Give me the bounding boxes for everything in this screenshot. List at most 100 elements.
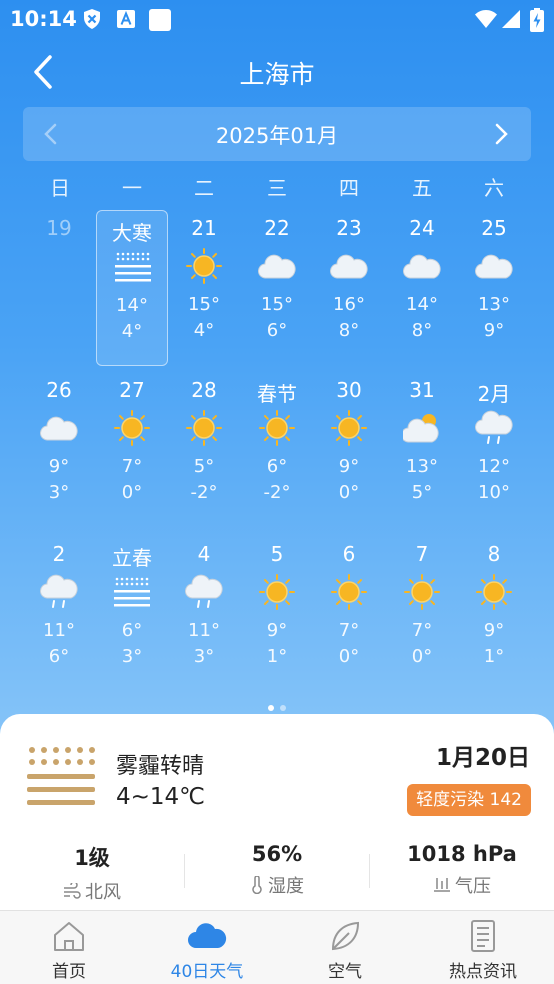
calendar-day[interactable]: 2 11° 6° [23, 536, 95, 692]
day-label: 2月 [477, 382, 511, 406]
rain-icon [40, 574, 78, 608]
day-low-temp: 8° [411, 320, 433, 341]
nav-item-air[interactable]: 空气 [276, 911, 414, 984]
sun-icon [186, 410, 222, 446]
calendar-day[interactable]: 27 7° 0° [96, 372, 168, 528]
calendar-day[interactable]: 6 7° 0° [313, 536, 385, 692]
day-low-temp: 5° [411, 482, 433, 503]
calendar-day[interactable]: 30 9° 0° [313, 372, 385, 528]
cloud-icon [258, 254, 296, 279]
sun-icon [476, 574, 512, 610]
day-label: 5 [270, 542, 284, 566]
calendar-day[interactable]: 4 11° 3° [168, 536, 240, 692]
day-low-temp: 0° [411, 646, 433, 667]
calendar-day[interactable]: 春节 6° -2° [241, 372, 313, 528]
day-label: 22 [264, 216, 290, 240]
bottom-nav: 首页 40日天气 空气 热点资讯 [0, 910, 554, 984]
battery-icon [530, 8, 544, 32]
day-low-temp: 0° [338, 482, 360, 503]
day-high-temp: 13° [478, 294, 510, 315]
day-label: 立春 [112, 546, 152, 570]
day-high-temp: 13° [406, 456, 438, 477]
day-high-temp: 16° [333, 294, 365, 315]
sun-icon [259, 574, 295, 610]
humidity-stat: 56% 湿度 [185, 842, 369, 898]
app-a-icon [117, 10, 135, 28]
humidity-value: 56% [251, 842, 303, 866]
calendar-day[interactable]: 大寒 14° 4° [96, 210, 168, 366]
aqi-badge[interactable]: 轻度污染 142 [407, 784, 531, 816]
pressure-value: 1018 hPa [407, 842, 517, 866]
nav-label: 热点资讯 [449, 962, 517, 982]
weekday-label: 四 [339, 176, 359, 200]
weekday-label: 二 [194, 176, 214, 200]
weekday-label: 五 [412, 176, 432, 200]
selected-date: 1月20日 [435, 745, 530, 771]
nav-item-home[interactable]: 首页 [0, 911, 138, 984]
day-low-temp: 4° [193, 320, 215, 341]
day-high-temp: 6° [121, 620, 143, 641]
calendar-day[interactable]: 5 9° 1° [241, 536, 313, 692]
nav-label: 首页 [52, 962, 86, 982]
calendar-day[interactable]: 24 14° 8° [386, 210, 458, 366]
day-low-temp: 10° [478, 482, 510, 503]
nav-label: 空气 [328, 962, 362, 982]
day-label: 26 [46, 378, 72, 402]
day-high-temp: 15° [188, 294, 220, 315]
nav-item-40-day[interactable]: 40日天气 [138, 911, 276, 984]
signal-icon [502, 10, 520, 28]
calendar-day[interactable]: 23 16° 8° [313, 210, 385, 366]
day-label: 27 [119, 378, 145, 402]
day-high-temp: 14° [406, 294, 438, 315]
day-label: 30 [336, 378, 362, 402]
home-icon [54, 922, 84, 951]
day-label: 23 [336, 216, 362, 240]
cloud-icon [188, 923, 227, 948]
day-high-temp: 9° [266, 620, 288, 641]
day-high-temp: 11° [43, 620, 75, 641]
status-bar: 10:14 [0, 0, 554, 38]
calendar-day[interactable]: 7 7° 0° [386, 536, 458, 692]
sun-icon [186, 248, 222, 284]
calendar-day[interactable]: 31 13° 5° [386, 372, 458, 528]
day-low-temp: 0° [338, 646, 360, 667]
sun-icon [404, 574, 440, 610]
day-high-temp: 9° [48, 456, 70, 477]
month-selector: 2025年01月 [23, 107, 531, 161]
pressure-icon [434, 878, 450, 892]
pressure-label: 气压 [455, 876, 491, 897]
shield-icon [84, 9, 100, 29]
weekday-header: 日 一 二 三 四 五 六 [23, 172, 531, 200]
next-month-button[interactable] [487, 121, 513, 147]
weekday-label: 三 [267, 176, 287, 200]
haze-icon [115, 252, 151, 282]
wind-icon [64, 883, 81, 899]
calendar-day[interactable]: 2月 12° 10° [458, 372, 530, 528]
day-label: 2 [52, 542, 66, 566]
weekday-label: 一 [122, 176, 142, 200]
calendar-day[interactable]: 21 15° 4° [168, 210, 240, 366]
sun-icon [114, 410, 150, 446]
calendar-day[interactable]: 22 15° 6° [241, 210, 313, 366]
day-label: 春节 [257, 382, 297, 406]
calendar-day[interactable]: 立春 6° 3° [96, 536, 168, 692]
temperature-range: 4~14℃ [116, 784, 206, 810]
day-high-temp: 12° [478, 456, 510, 477]
calendar-day[interactable]: 19 [23, 210, 95, 366]
haze-icon [114, 577, 150, 607]
calendar-day[interactable]: 28 5° -2° [168, 372, 240, 528]
day-label: 7 [415, 542, 429, 566]
day-low-temp: 8° [338, 320, 360, 341]
calendar-day[interactable]: 25 13° 9° [458, 210, 530, 366]
page-dot-active [268, 705, 274, 711]
day-low-temp: 6° [266, 320, 288, 341]
calendar-day[interactable]: 26 9° 3° [23, 372, 95, 528]
day-label: 4 [197, 542, 211, 566]
nav-item-news[interactable]: 热点资讯 [414, 911, 552, 984]
weekday-label: 六 [484, 176, 504, 200]
pressure-stat: 1018 hPa 气压 [370, 842, 554, 898]
rain-icon [475, 410, 513, 444]
partly-cloudy-icon [403, 414, 439, 443]
page-indicator [0, 696, 554, 715]
calendar-day[interactable]: 8 9° 1° [458, 536, 530, 692]
